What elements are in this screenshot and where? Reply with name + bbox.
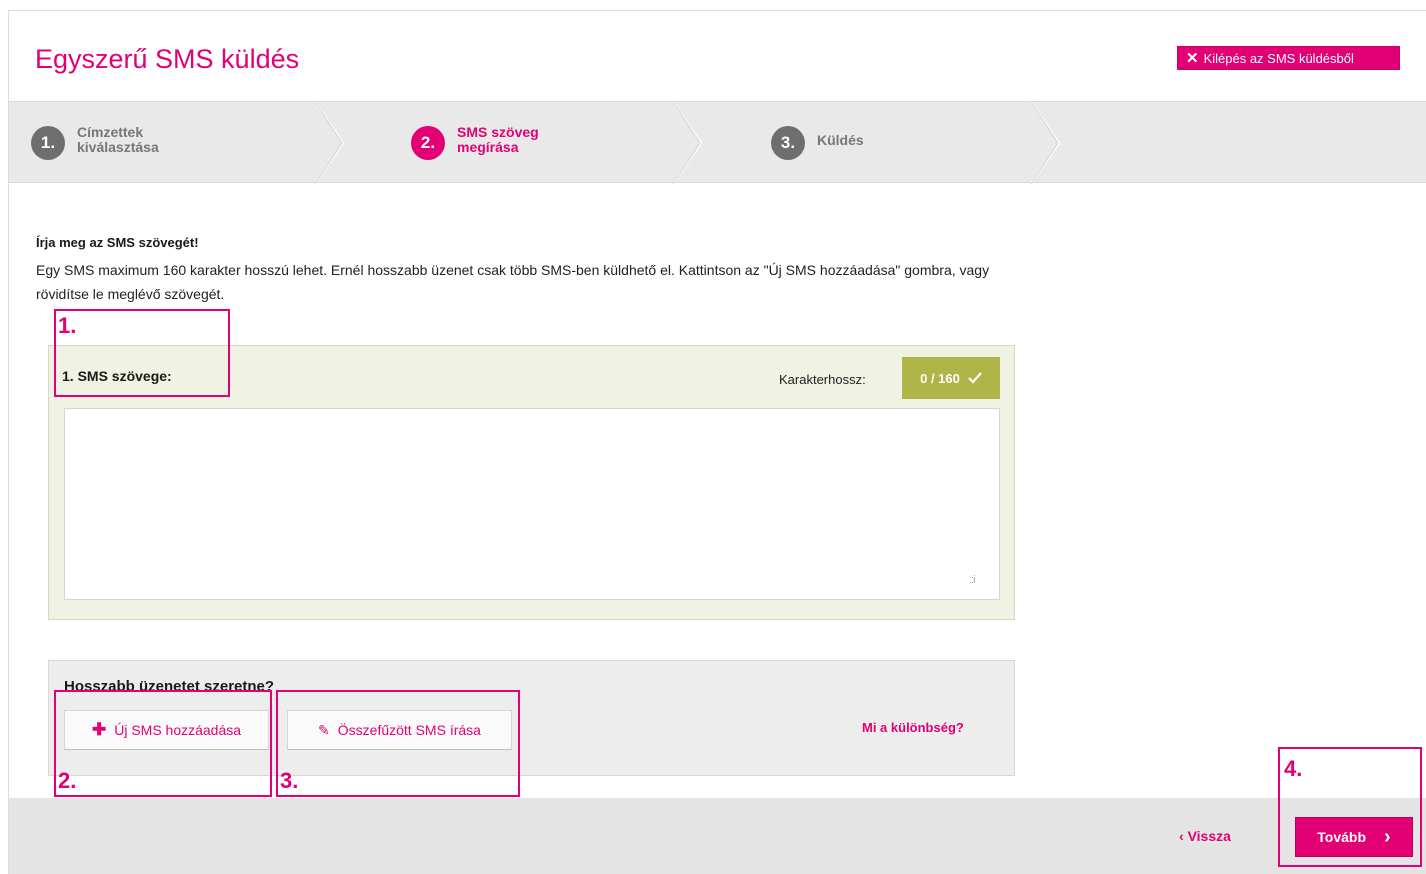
annotation-label-4: 4. — [1284, 756, 1303, 781]
annotation-box-2 — [54, 690, 272, 797]
exit-sms-button[interactable]: ✕ Kilépés az SMS küldésből — [1177, 46, 1400, 70]
step-number: 3. — [771, 126, 805, 160]
step-label: SMS szöveg megírása — [457, 124, 539, 155]
annotation-box-3 — [276, 690, 520, 797]
footer-bar: ‹ Vissza Tovább › — [9, 798, 1426, 874]
checkmark-icon — [968, 372, 982, 384]
annotation-label-3: 3. — [280, 768, 299, 793]
back-button[interactable]: ‹ Vissza — [1179, 828, 1231, 844]
difference-link[interactable]: Mi a különbség? — [862, 720, 964, 735]
header: Egyszerű SMS küldés ✕ Kilépés az SMS kül… — [9, 11, 1426, 101]
resize-grip-icon[interactable]: .:i — [969, 574, 975, 586]
char-count-label: Karakterhossz: — [779, 372, 866, 387]
intro-heading: Írja meg az SMS szövegét! — [36, 235, 199, 250]
step-number: 2. — [411, 126, 445, 160]
step-separator-icon — [1031, 102, 1061, 184]
annotation-box-1 — [54, 309, 230, 397]
annotation-label-2: 2. — [58, 768, 77, 793]
step-label: Címzettek kiválasztása — [77, 124, 159, 155]
step-send: 3. Küldés — [771, 102, 927, 184]
close-icon: ✕ — [1186, 49, 1199, 67]
char-count-value: 0 / 160 — [920, 370, 960, 386]
intro-text: Egy SMS maximum 160 karakter hosszú lehe… — [36, 262, 990, 302]
sms-text-input[interactable] — [64, 408, 1000, 600]
step-separator-icon — [315, 102, 345, 184]
annotation-label-1: 1. — [58, 313, 77, 338]
exit-sms-label: Kilépés az SMS küldésből — [1203, 50, 1354, 66]
step-label: Küldés — [817, 131, 864, 148]
chevron-left-icon: ‹ — [1179, 828, 1184, 844]
step-recipients: 1. Címzettek kiválasztása — [31, 102, 187, 184]
back-label: Vissza — [1187, 828, 1231, 844]
char-counter-badge: 0 / 160 — [902, 357, 1000, 399]
page-title: Egyszerű SMS küldés — [35, 44, 300, 74]
step-write-sms: 2. SMS szöveg megírása — [411, 102, 567, 184]
wizard-steps: 1. Címzettek kiválasztása 2. SMS szöveg … — [9, 101, 1426, 184]
step-separator-icon — [673, 102, 703, 184]
step-number: 1. — [31, 126, 65, 160]
